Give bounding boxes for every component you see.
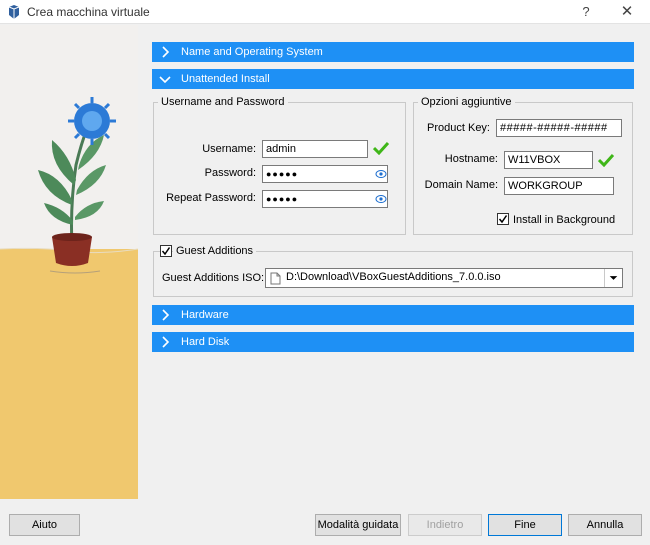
show-password-icon[interactable] [375, 169, 387, 179]
username-label: Username: [202, 143, 256, 155]
guest-additions-iso-label: Guest Additions ISO: [162, 272, 265, 284]
username-input[interactable]: admin [262, 140, 368, 158]
section-hardware[interactable]: Hardware [152, 305, 634, 325]
section-name-os[interactable]: Name and Operating System [152, 42, 634, 62]
show-repeat-password-icon[interactable] [375, 194, 387, 204]
chevron-right-icon [162, 336, 170, 348]
valid-check-icon [373, 141, 389, 155]
section-name-os-label: Name and Operating System [181, 46, 323, 58]
section-unattended-label: Unattended Install [181, 73, 270, 85]
install-background-checkbox[interactable] [497, 213, 509, 225]
close-button[interactable]: ✕ [616, 2, 638, 22]
finish-button[interactable]: Fine [488, 514, 562, 536]
guest-additions-iso-select[interactable]: D:\Download\VBoxGuestAdditions_7.0.0.iso [265, 268, 623, 288]
guided-mode-button[interactable]: Modalità guidata [315, 514, 401, 536]
guest-additions-title: Guest Additions [173, 245, 257, 257]
domain-name-label: Domain Name: [424, 179, 498, 191]
repeat-password-label: Repeat Password: [166, 192, 256, 204]
section-hard-disk-label: Hard Disk [181, 336, 230, 348]
repeat-password-input[interactable]: ●●●●● [262, 190, 388, 208]
virtualbox-icon [8, 5, 20, 19]
dropdown-arrow-icon[interactable] [604, 269, 622, 287]
title-bar: Crea macchina virtuale ? ✕ [0, 0, 650, 24]
checkmark-icon [498, 215, 508, 224]
back-button[interactable]: Indietro [408, 514, 482, 536]
checkmark-icon [161, 247, 171, 256]
credentials-group-title: Username and Password [158, 96, 288, 108]
hostname-input[interactable]: W11VBOX [504, 151, 593, 169]
valid-check-icon [598, 153, 614, 167]
cancel-button[interactable]: Annulla [568, 514, 642, 536]
guest-additions-checkbox[interactable] [160, 245, 172, 257]
side-illustration [0, 25, 138, 499]
file-icon [270, 272, 281, 285]
help-title-button[interactable]: ? [576, 2, 596, 22]
product-key-label: Product Key: [427, 122, 490, 134]
section-hardware-label: Hardware [181, 309, 229, 321]
guest-additions-iso-value: D:\Download\VBoxGuestAdditions_7.0.0.iso [286, 271, 501, 283]
options-group-title: Opzioni aggiuntive [418, 96, 515, 108]
install-background-label: Install in Background [513, 214, 616, 226]
password-input[interactable]: ●●●●● [262, 165, 388, 183]
chevron-right-icon [162, 309, 170, 321]
section-unattended[interactable]: Unattended Install [152, 69, 634, 89]
help-button[interactable]: Aiuto [9, 514, 80, 536]
chevron-right-icon [162, 46, 170, 58]
password-label: Password: [204, 167, 256, 179]
domain-name-input[interactable]: WORKGROUP [504, 177, 614, 195]
hostname-label: Hostname: [444, 153, 498, 165]
chevron-down-icon [159, 76, 171, 84]
window-title: Crea macchina virtuale [27, 5, 150, 19]
section-hard-disk[interactable]: Hard Disk [152, 332, 634, 352]
product-key-input[interactable]: #####-#####-##### [496, 119, 622, 137]
